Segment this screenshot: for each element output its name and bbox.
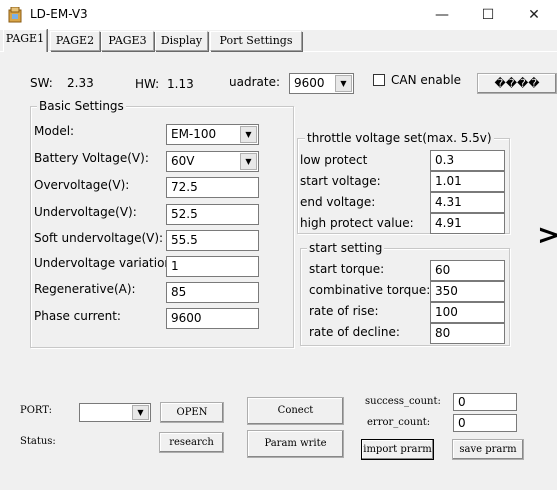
baudrate-select[interactable]: 9600 ▼	[289, 73, 354, 94]
import-param-button[interactable]: import prarm	[361, 439, 434, 460]
rate-of-decline-label: rate of decline:	[309, 325, 400, 339]
unknown-button[interactable]: ����	[477, 73, 557, 94]
phase-current-label: Phase current:	[34, 309, 121, 323]
low-protect-label: low protect	[300, 153, 368, 167]
error-count-label: error_count:	[367, 417, 431, 428]
end-voltage-label: end voltage:	[300, 195, 376, 209]
can-enable-label: CAN enable	[391, 73, 462, 87]
save-param-button[interactable]: save prarm	[452, 439, 524, 460]
baudrate-value: 9600	[294, 76, 325, 90]
battery-voltage-value: 60V	[171, 154, 195, 168]
window-title: LD-EM-V3	[30, 7, 88, 21]
soft-undervoltage-field[interactable]: 55.5	[166, 230, 259, 251]
battery-voltage-select[interactable]: 60V ▼	[166, 151, 259, 172]
rate-of-rise-label: rate of rise:	[309, 304, 379, 318]
model-select[interactable]: EM-100 ▼	[166, 124, 259, 145]
regenerative-label: Regenerative(A):	[34, 282, 136, 296]
low-protect-field[interactable]: 0.3	[430, 150, 505, 171]
tab-page3[interactable]: PAGE3	[101, 31, 154, 51]
port-select[interactable]: ▼	[79, 403, 151, 422]
app-icon	[8, 7, 22, 23]
high-protect-field[interactable]: 4.91	[430, 213, 505, 234]
param-write-button[interactable]: Param write	[247, 430, 344, 458]
connect-button[interactable]: Conect	[247, 397, 344, 425]
hw-value: 1.13	[167, 77, 194, 91]
rate-of-rise-field[interactable]: 100	[430, 302, 505, 323]
chevron-down-icon: ▼	[240, 126, 257, 143]
next-page-arrow[interactable]: >	[537, 218, 557, 251]
tab-display[interactable]: Display	[155, 31, 208, 51]
throttle-legend: throttle voltage set(max. 5.5v)	[305, 131, 494, 145]
start-voltage-label: start voltage:	[300, 174, 381, 188]
basic-settings-legend: Basic Settings	[37, 99, 126, 113]
start-setting-legend: start setting	[307, 241, 385, 255]
overvoltage-label: Overvoltage(V):	[34, 178, 130, 192]
model-value: EM-100	[171, 127, 217, 141]
high-protect-label: high protect value:	[300, 216, 414, 230]
combinative-torque-field[interactable]: 350	[430, 281, 505, 302]
open-button[interactable]: OPEN	[160, 402, 224, 423]
start-torque-label: start torque:	[309, 262, 385, 276]
battery-voltage-label: Battery Voltage(V):	[34, 151, 149, 165]
success-count-label: success_count:	[365, 396, 441, 407]
minimize-button[interactable]: —	[419, 0, 465, 30]
undervoltage-variation-field[interactable]: 1	[166, 256, 259, 277]
undervoltage-field[interactable]: 52.5	[166, 204, 259, 225]
tab-strip-line	[0, 51, 557, 52]
quadrate-label: uadrate:	[229, 75, 280, 89]
start-voltage-field[interactable]: 1.01	[430, 171, 505, 192]
regenerative-field[interactable]: 85	[166, 282, 259, 303]
combinative-torque-label: combinative torque:	[309, 283, 431, 297]
chevron-down-icon: ▼	[240, 153, 257, 170]
sw-value: 2.33	[67, 76, 94, 90]
status-label: Status:	[20, 436, 56, 447]
chevron-down-icon: ▼	[132, 405, 149, 420]
model-label: Model:	[34, 124, 75, 138]
success-count-field[interactable]: 0	[453, 393, 517, 411]
undervoltage-variation-label: Undervoltage variation:	[34, 256, 177, 270]
port-label: PORT:	[20, 405, 52, 416]
rate-of-decline-field[interactable]: 80	[430, 323, 505, 344]
end-voltage-field[interactable]: 4.31	[430, 192, 505, 213]
phase-current-field[interactable]: 9600	[166, 308, 259, 329]
hw-label: HW:	[135, 77, 160, 91]
maximize-button[interactable]: ☐	[465, 0, 511, 30]
sw-label: SW:	[30, 76, 53, 90]
overvoltage-field[interactable]: 72.5	[166, 177, 259, 198]
soft-undervoltage-label: Soft undervoltage(V):	[34, 231, 164, 245]
research-button[interactable]: research	[159, 432, 224, 453]
undervoltage-label: Undervoltage(V):	[34, 205, 137, 219]
error-count-field[interactable]: 0	[453, 414, 517, 432]
chevron-down-icon: ▼	[335, 75, 352, 92]
tab-page2[interactable]: PAGE2	[50, 31, 100, 51]
close-button[interactable]: ✕	[511, 0, 557, 30]
tab-port-settings[interactable]: Port Settings	[210, 31, 302, 51]
tab-page1[interactable]: PAGE1	[3, 29, 47, 52]
can-enable-checkbox[interactable]	[373, 74, 385, 86]
start-torque-field[interactable]: 60	[430, 260, 505, 281]
